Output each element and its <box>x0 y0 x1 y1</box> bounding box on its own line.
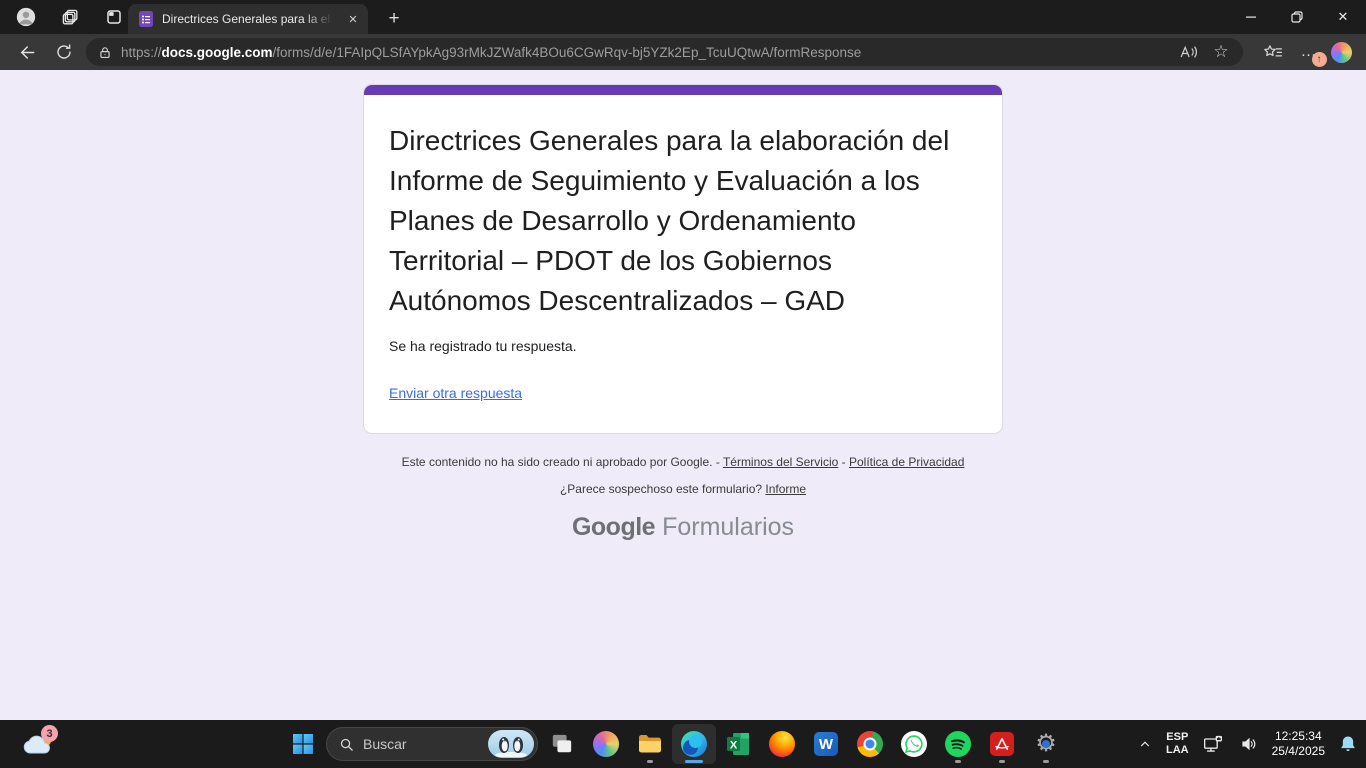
settings-more-button[interactable]: … ↑ <box>1295 39 1323 65</box>
task-view-icon[interactable] <box>540 724 584 764</box>
notifications-bell-icon[interactable] <box>1336 724 1360 764</box>
tray-date: 25/4/2025 <box>1272 744 1325 759</box>
copilot-app-icon[interactable] <box>584 724 628 764</box>
browser-toolbar: https://docs.google.com/forms/d/e/1FAIpQ… <box>0 34 1366 70</box>
search-icon <box>339 737 354 752</box>
terms-link[interactable]: Términos del Servicio <box>723 455 838 469</box>
windows-taskbar: 3 Buscar <box>0 720 1366 768</box>
file-explorer-icon[interactable] <box>628 724 672 764</box>
address-bar[interactable]: https://docs.google.com/forms/d/e/1FAIpQ… <box>86 38 1243 66</box>
favorites-hub-icon[interactable] <box>1259 40 1287 64</box>
minimize-button[interactable] <box>1228 0 1274 34</box>
form-card: Directrices Generales para la elaboració… <box>363 84 1003 434</box>
widgets-weather-icon[interactable]: 3 <box>16 725 60 763</box>
url-text[interactable]: https://docs.google.com/forms/d/e/1FAIpQ… <box>121 45 1166 60</box>
submit-another-response-link[interactable]: Enviar otra respuesta <box>389 385 522 401</box>
search-highlight-image[interactable] <box>488 730 534 758</box>
language-indicator[interactable]: ESP LAA <box>1166 731 1189 757</box>
read-aloud-icon[interactable] <box>1175 40 1203 64</box>
url-domain: docs.google.com <box>162 45 273 60</box>
vertical-tabs-icon[interactable] <box>102 5 126 29</box>
tab-close-icon[interactable]: ✕ <box>344 10 362 28</box>
acrobat-icon[interactable] <box>980 724 1024 764</box>
new-tab-button[interactable]: + <box>380 5 408 33</box>
restore-button[interactable] <box>1274 0 1320 34</box>
excel-icon[interactable]: X <box>716 724 760 764</box>
network-icon[interactable] <box>1200 724 1226 764</box>
form-title: Directrices Generales para la elaboració… <box>389 121 977 321</box>
taskbar-apps: X W <box>540 724 1068 764</box>
system-tray: ESP LAA 12:25:34 25/4/2025 <box>1135 720 1360 768</box>
google-forms-logo: GoogleFormularios <box>0 513 1366 542</box>
form-response-page: Directrices Generales para la elaboració… <box>0 70 1366 720</box>
url-scheme: https:// <box>121 45 162 60</box>
search-box[interactable]: Buscar <box>326 727 538 761</box>
firefox-icon[interactable] <box>760 724 804 764</box>
whatsapp-icon[interactable] <box>892 724 936 764</box>
url-path: /forms/d/e/1FAIpQLSfAYpkAg93rMkJZWafk4BO… <box>273 45 862 60</box>
close-window-button[interactable]: ✕ <box>1320 0 1366 34</box>
clock[interactable]: 12:25:34 25/4/2025 <box>1272 729 1325 759</box>
screen: Directrices Generales para la elab ✕ + ✕ <box>0 0 1366 768</box>
form-accent-bar <box>364 85 1002 95</box>
google-forms-favicon <box>138 11 154 27</box>
edge-app-icon[interactable] <box>672 724 716 764</box>
back-button[interactable] <box>10 38 42 66</box>
chrome-icon[interactable] <box>848 724 892 764</box>
update-badge: ↑ <box>1312 52 1327 67</box>
penguins-image <box>491 731 531 757</box>
settings-app-icon[interactable]: ⚙ <box>1024 724 1068 764</box>
footer-report: ¿Parece sospechoso este formulario? Info… <box>0 482 1366 496</box>
widgets-badge: 3 <box>41 725 58 742</box>
edge-active-indicator <box>685 760 703 763</box>
tab-title: Directrices Generales para la elab <box>162 12 336 26</box>
favorite-star-icon[interactable]: ☆ <box>1207 40 1235 64</box>
search-placeholder: Buscar <box>363 736 407 752</box>
confirmation-message: Se ha registrado tu respuesta. <box>389 338 977 354</box>
refresh-button[interactable] <box>48 38 80 66</box>
form-footer: Este contenido no ha sido creado ni apro… <box>0 455 1366 496</box>
start-button[interactable] <box>283 726 323 762</box>
footer-disclaimer: Este contenido no ha sido creado ni apro… <box>0 455 1366 469</box>
lock-icon <box>98 45 112 60</box>
profile-avatar-icon[interactable] <box>14 5 38 29</box>
spotify-icon[interactable] <box>936 724 980 764</box>
privacy-link[interactable]: Política de Privacidad <box>849 455 964 469</box>
tray-time: 12:25:34 <box>1272 729 1325 744</box>
browser-tab[interactable]: Directrices Generales para la elab ✕ <box>128 4 368 34</box>
svg-text:X: X <box>730 740 738 752</box>
browser-titlebar: Directrices Generales para la elab ✕ + ✕ <box>0 0 1366 34</box>
tray-chevron-icon[interactable] <box>1135 724 1155 764</box>
workspaces-icon[interactable] <box>58 5 82 29</box>
copilot-icon[interactable] <box>1331 42 1352 63</box>
volume-icon[interactable] <box>1237 724 1261 764</box>
report-abuse-link[interactable]: Informe <box>765 482 806 496</box>
word-icon[interactable]: W <box>804 724 848 764</box>
